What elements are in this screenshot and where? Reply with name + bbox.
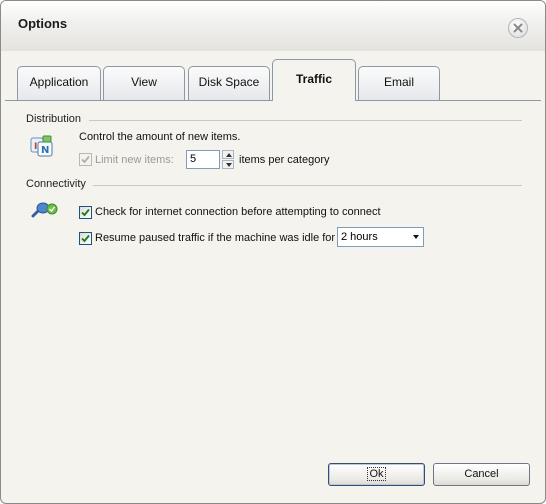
items-per-category-label: items per category: [239, 154, 330, 166]
traffic-panel: Distribution I N Control the amount of n…: [5, 100, 541, 501]
connectivity-icon: [31, 202, 58, 218]
options-window: Options Application View Disk Space Traf…: [0, 0, 546, 504]
close-icon: [513, 23, 523, 33]
check-internet-label: Check for internet connection before att…: [95, 206, 381, 218]
limit-value-input[interactable]: 5: [186, 150, 220, 169]
distribution-description: Control the amount of new items.: [79, 131, 241, 143]
check-mark-icon: [81, 234, 90, 243]
chevron-down-icon: [413, 235, 419, 239]
resume-traffic-label: Resume paused traffic if the machine was…: [95, 232, 336, 244]
limit-new-items-checkbox[interactable]: [79, 153, 92, 166]
title-bar[interactable]: Options: [1, 1, 545, 51]
connectivity-divider: [93, 185, 522, 186]
distribution-header: Distribution: [26, 113, 82, 125]
arrow-up-icon: [226, 153, 232, 157]
tab-application[interactable]: Application: [17, 66, 101, 100]
idle-duration-value: 2 hours: [341, 231, 378, 243]
idle-duration-select[interactable]: 2 hours: [337, 227, 424, 247]
connectivity-header: Connectivity: [26, 178, 86, 190]
svg-text:N: N: [41, 145, 49, 156]
check-mark-icon: [81, 155, 90, 164]
spinner-down-button[interactable]: [222, 160, 234, 169]
close-button[interactable]: [508, 18, 528, 38]
tab-disk-space[interactable]: Disk Space: [188, 66, 270, 100]
cancel-button[interactable]: Cancel: [433, 463, 530, 486]
tab-view[interactable]: View: [103, 66, 185, 100]
check-mark-icon: [81, 208, 90, 217]
distribution-divider: [89, 120, 522, 121]
arrow-down-icon: [226, 163, 232, 167]
limit-new-items-label: Limit new items:: [95, 154, 174, 166]
tab-traffic[interactable]: Traffic: [272, 59, 356, 101]
tab-strip: Application View Disk Space Traffic Emai…: [1, 59, 545, 101]
svg-text:I: I: [34, 142, 37, 152]
limit-value-spinner[interactable]: [222, 150, 234, 169]
distribution-icon: I N: [30, 135, 53, 157]
window-title: Options: [18, 16, 68, 31]
tab-email[interactable]: Email: [358, 66, 440, 100]
check-internet-checkbox[interactable]: [79, 206, 92, 219]
ok-button[interactable]: Ok: [328, 463, 425, 486]
resume-traffic-checkbox[interactable]: [79, 232, 92, 245]
ok-button-label: Ok: [367, 467, 386, 481]
spinner-up-button[interactable]: [222, 150, 234, 159]
